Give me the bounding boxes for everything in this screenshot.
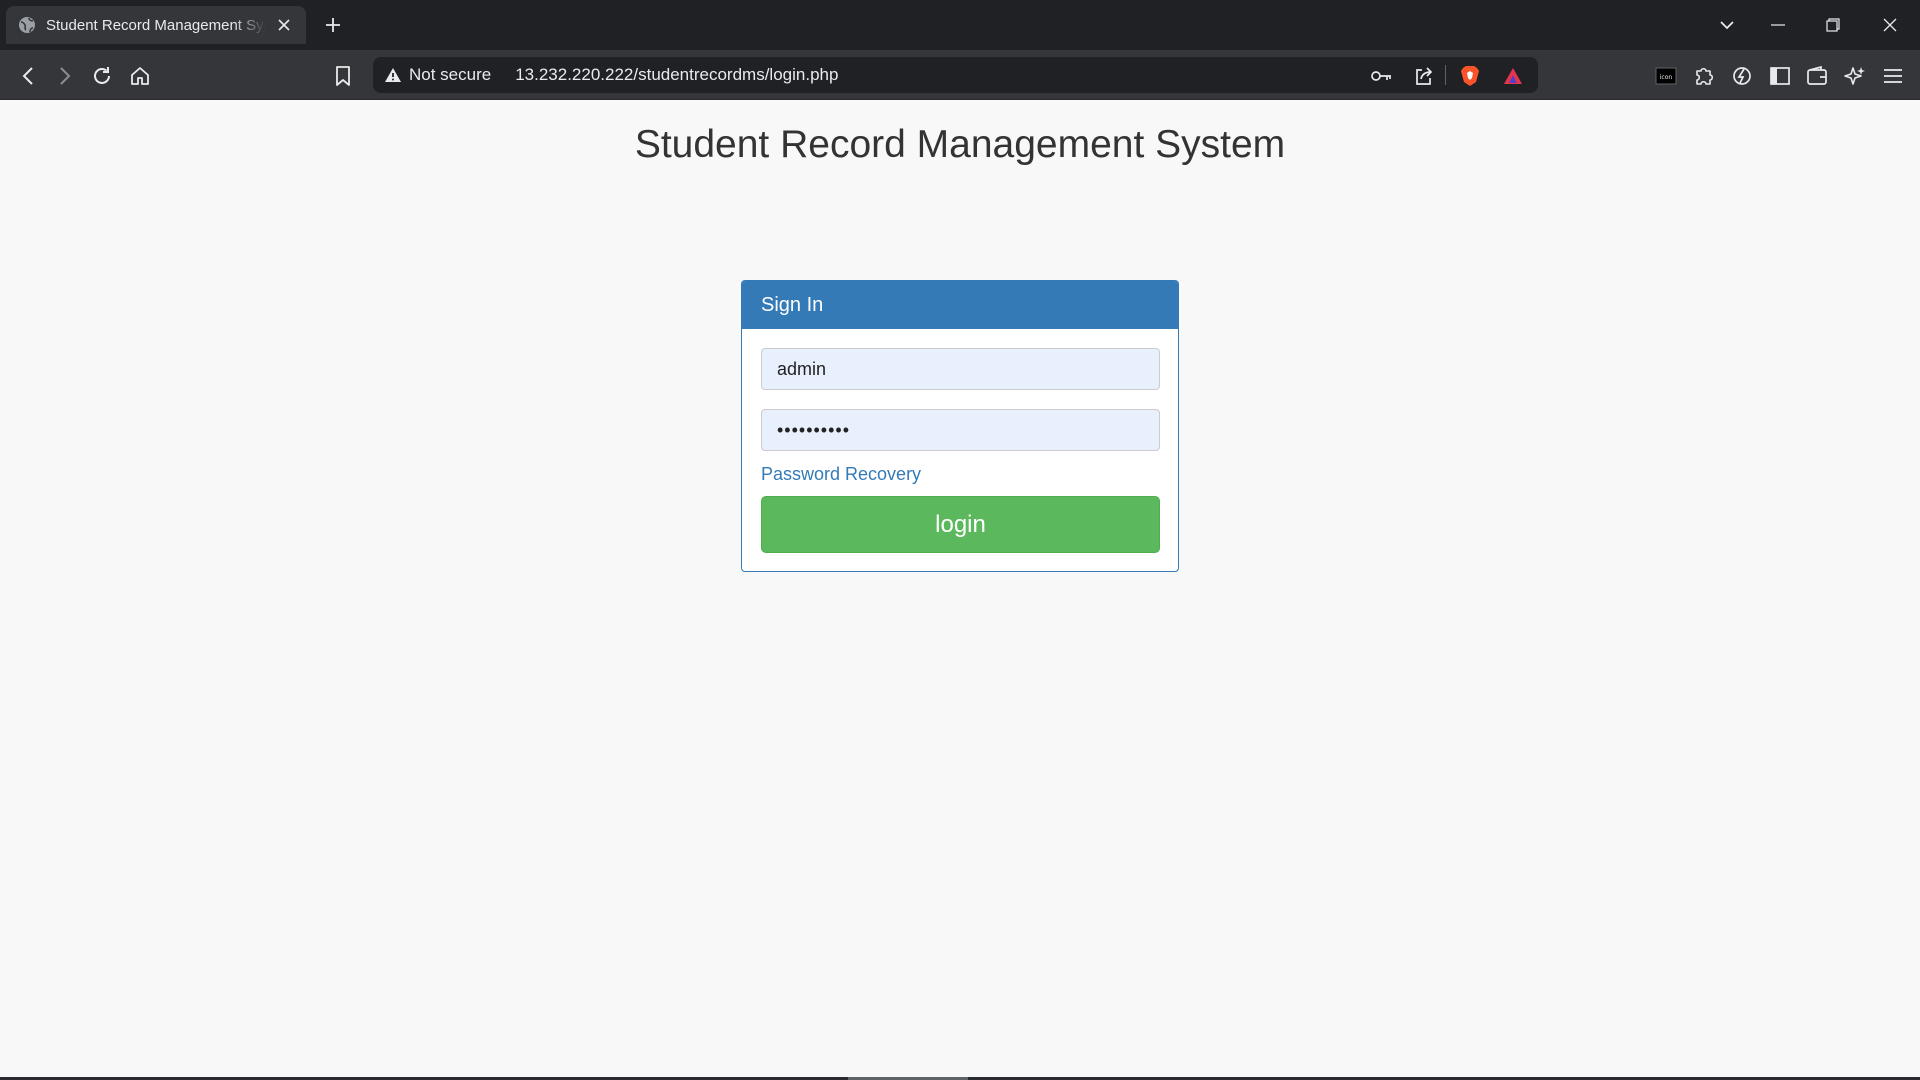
security-status[interactable]: Not secure	[409, 65, 491, 85]
minimize-icon[interactable]	[1760, 10, 1796, 40]
menu-icon[interactable]	[1878, 61, 1908, 91]
password-input[interactable]: ••••••••••	[761, 409, 1160, 451]
brave-shield-icon[interactable]	[1457, 63, 1483, 89]
restore-icon[interactable]	[1815, 10, 1851, 40]
browser-toolbar: Not secure 13.232.220.222/studentrecordm…	[0, 50, 1920, 100]
key-icon[interactable]	[1369, 63, 1395, 89]
panel-heading: Sign In	[742, 281, 1178, 329]
home-icon[interactable]	[125, 61, 155, 91]
password-recovery-link[interactable]: Password Recovery	[761, 464, 921, 485]
puzzle-icon[interactable]	[1689, 61, 1719, 91]
login-button[interactable]: login	[761, 496, 1160, 553]
tab-strip: Student Record Management System	[0, 0, 1920, 50]
address-bar[interactable]: Not secure 13.232.220.222/studentrecordm…	[373, 57, 1538, 93]
forward-icon[interactable]	[50, 61, 80, 91]
share-icon[interactable]	[1411, 63, 1437, 89]
omnibox-divider	[1445, 65, 1446, 85]
browser-tab[interactable]: Student Record Management System	[6, 6, 306, 44]
extension-icon[interactable]: icon	[1651, 61, 1681, 91]
svg-text:icon: icon	[1660, 74, 1673, 81]
page-content: Student Record Management System Sign In…	[0, 101, 1920, 1080]
leo-icon[interactable]	[1840, 61, 1870, 91]
page-title: Student Record Management System	[634, 123, 1286, 166]
speedreader-icon[interactable]	[1727, 61, 1757, 91]
tab-search-icon[interactable]	[1709, 10, 1745, 40]
globe-icon	[18, 16, 36, 34]
url-text[interactable]: 13.232.220.222/studentrecordms/login.php	[515, 65, 838, 85]
sidebar-icon[interactable]	[1765, 61, 1795, 91]
close-window-icon[interactable]	[1872, 10, 1908, 40]
tab-close-icon[interactable]	[274, 15, 294, 35]
new-tab-icon[interactable]	[320, 12, 346, 38]
wallet-icon[interactable]	[1802, 61, 1832, 91]
brave-rewards-icon[interactable]	[1500, 63, 1526, 89]
warning-icon[interactable]	[383, 65, 403, 85]
username-input[interactable]: admin	[761, 348, 1160, 390]
tab-title: Student Record Management System	[46, 16, 266, 34]
reload-icon[interactable]	[87, 61, 117, 91]
bookmark-icon[interactable]	[328, 61, 358, 91]
back-icon[interactable]	[13, 61, 43, 91]
sign-in-panel: Sign In admin •••••••••• Password Recove…	[741, 280, 1179, 572]
